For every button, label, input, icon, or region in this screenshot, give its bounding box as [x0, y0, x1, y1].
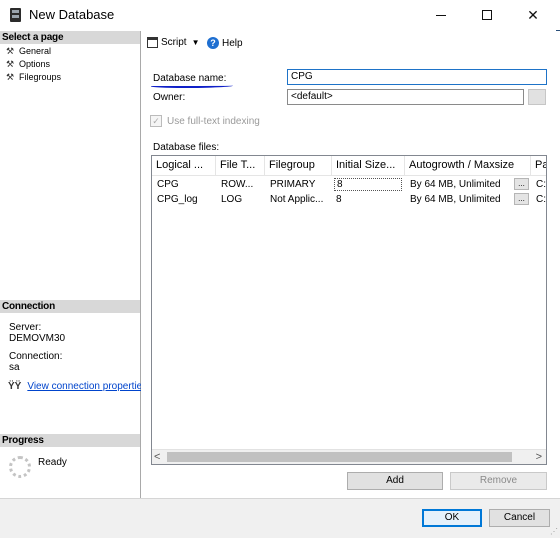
scroll-left-icon[interactable]: <	[154, 450, 160, 464]
cell-logical-name[interactable]: CPG	[152, 177, 216, 192]
help-label: Help	[222, 37, 243, 49]
maximize-icon	[482, 10, 492, 20]
owner-input[interactable]: <default>	[287, 89, 524, 105]
column-header-path[interactable]: Pa	[531, 156, 546, 176]
horizontal-scrollbar[interactable]: < >	[152, 449, 546, 464]
cell-autogrowth[interactable]: By 64 MB, Unlimited...	[405, 177, 531, 192]
help-button[interactable]: ? Help	[207, 37, 243, 49]
wrench-icon: ⚒	[6, 46, 15, 56]
cell-path[interactable]: C:	[531, 192, 546, 207]
chevron-down-icon[interactable]: ▼	[192, 38, 200, 47]
column-header-logical-name[interactable]: Logical ...	[152, 156, 216, 176]
script-icon	[147, 37, 158, 48]
progress-spinner-icon	[9, 456, 31, 478]
column-header-autogrowth[interactable]: Autogrowth / Maxsize	[405, 156, 531, 176]
left-panel: Select a page ⚒ General ⚒ Options ⚒ Filegro…	[0, 31, 147, 498]
cell-logical-name[interactable]: CPG_log	[152, 192, 216, 207]
minimize-icon	[436, 14, 446, 16]
initial-size-value[interactable]: 8	[334, 178, 402, 191]
owner-browse-button[interactable]	[528, 89, 546, 105]
autogrowth-browse-button[interactable]: ...	[514, 178, 529, 190]
window-title: New Database	[29, 7, 115, 22]
handwritten-underline	[151, 84, 233, 88]
cell-initial-size[interactable]: 8	[332, 192, 405, 207]
database-files-grid[interactable]: Logical ... File T... Filegroup Initial …	[151, 155, 547, 465]
view-connection-properties-label: View connection properties	[27, 381, 148, 392]
main-panel: Script ▼ ? Help Database name: CPG Owner…	[141, 31, 560, 498]
page-item-label: Filegroups	[19, 72, 62, 82]
remove-button[interactable]: Remove	[450, 472, 547, 490]
table-row[interactable]: CPG ROW... PRIMARY 8 By 64 MB, Unlimited…	[152, 177, 546, 192]
progress-status-text: Ready	[38, 457, 67, 468]
add-button[interactable]: Add	[347, 472, 443, 490]
database-name-label: Database name:	[153, 73, 227, 84]
initial-size-value[interactable]: 8	[334, 194, 402, 207]
app-icon	[10, 8, 21, 22]
page-item-label: General	[19, 46, 52, 56]
dialog-footer: OK Cancel ⋰	[0, 498, 560, 538]
view-connection-properties-link[interactable]: ŸŸ View connection properties	[8, 381, 147, 392]
cell-initial-size[interactable]: 8	[332, 177, 405, 192]
autogrowth-value: By 64 MB, Unlimited	[410, 179, 501, 190]
close-icon: ✕	[527, 6, 539, 23]
script-label: Script	[161, 37, 187, 48]
fulltext-checkbox[interactable]: ✓	[150, 115, 162, 127]
cell-file-type[interactable]: ROW...	[216, 177, 265, 192]
connection-properties-icon: ŸŸ	[8, 381, 22, 392]
cell-filegroup[interactable]: PRIMARY	[265, 177, 332, 192]
scroll-right-icon[interactable]: >	[536, 450, 542, 464]
cell-path[interactable]: C:	[531, 177, 546, 192]
autogrowth-value: By 64 MB, Unlimited	[410, 194, 501, 205]
progress-status: Ready	[9, 456, 139, 482]
scrollbar-thumb[interactable]	[167, 452, 512, 462]
fulltext-label: Use full-text indexing	[167, 116, 260, 127]
page-item-label: Options	[19, 59, 51, 69]
server-value: DEMOVM30	[9, 333, 66, 344]
grid-header: Logical ... File T... Filegroup Initial …	[152, 156, 546, 176]
database-files-label: Database files:	[153, 142, 220, 153]
resize-grip-icon[interactable]: ⋰	[550, 527, 558, 536]
toolbar: Script ▼ ? Help	[141, 31, 560, 57]
ok-button[interactable]: OK	[422, 509, 482, 527]
column-header-initial-size[interactable]: Initial Size...	[332, 156, 405, 176]
database-name-input[interactable]: CPG	[287, 69, 547, 85]
progress-header: Progress	[0, 434, 140, 447]
title-bar: New Database ✕	[0, 0, 560, 30]
connection-header: Connection	[0, 300, 140, 313]
cancel-button[interactable]: Cancel	[489, 509, 550, 527]
maximize-button[interactable]	[464, 0, 510, 30]
wrench-icon: ⚒	[6, 72, 15, 82]
help-icon: ?	[207, 37, 219, 49]
page-item-general[interactable]: ⚒ General	[6, 45, 51, 57]
close-button[interactable]: ✕	[510, 0, 556, 30]
select-page-header: Select a page	[0, 31, 140, 44]
table-row[interactable]: CPG_log LOG Not Applic... 8 By 64 MB, Un…	[152, 192, 546, 207]
page-item-options[interactable]: ⚒ Options	[6, 58, 50, 70]
column-header-filegroup[interactable]: Filegroup	[265, 156, 332, 176]
cell-file-type[interactable]: LOG	[216, 192, 265, 207]
wrench-icon: ⚒	[6, 59, 15, 69]
cell-autogrowth[interactable]: By 64 MB, Unlimited...	[405, 192, 531, 207]
connection-value: sa	[9, 362, 20, 373]
owner-label: Owner:	[153, 92, 186, 103]
cell-filegroup[interactable]: Not Applic...	[265, 192, 332, 207]
page-item-filegroups[interactable]: ⚒ Filegroups	[6, 71, 61, 83]
script-button[interactable]: Script ▼	[147, 37, 199, 48]
autogrowth-browse-button[interactable]: ...	[514, 193, 529, 205]
column-header-file-type[interactable]: File T...	[216, 156, 265, 176]
minimize-button[interactable]	[418, 0, 464, 30]
